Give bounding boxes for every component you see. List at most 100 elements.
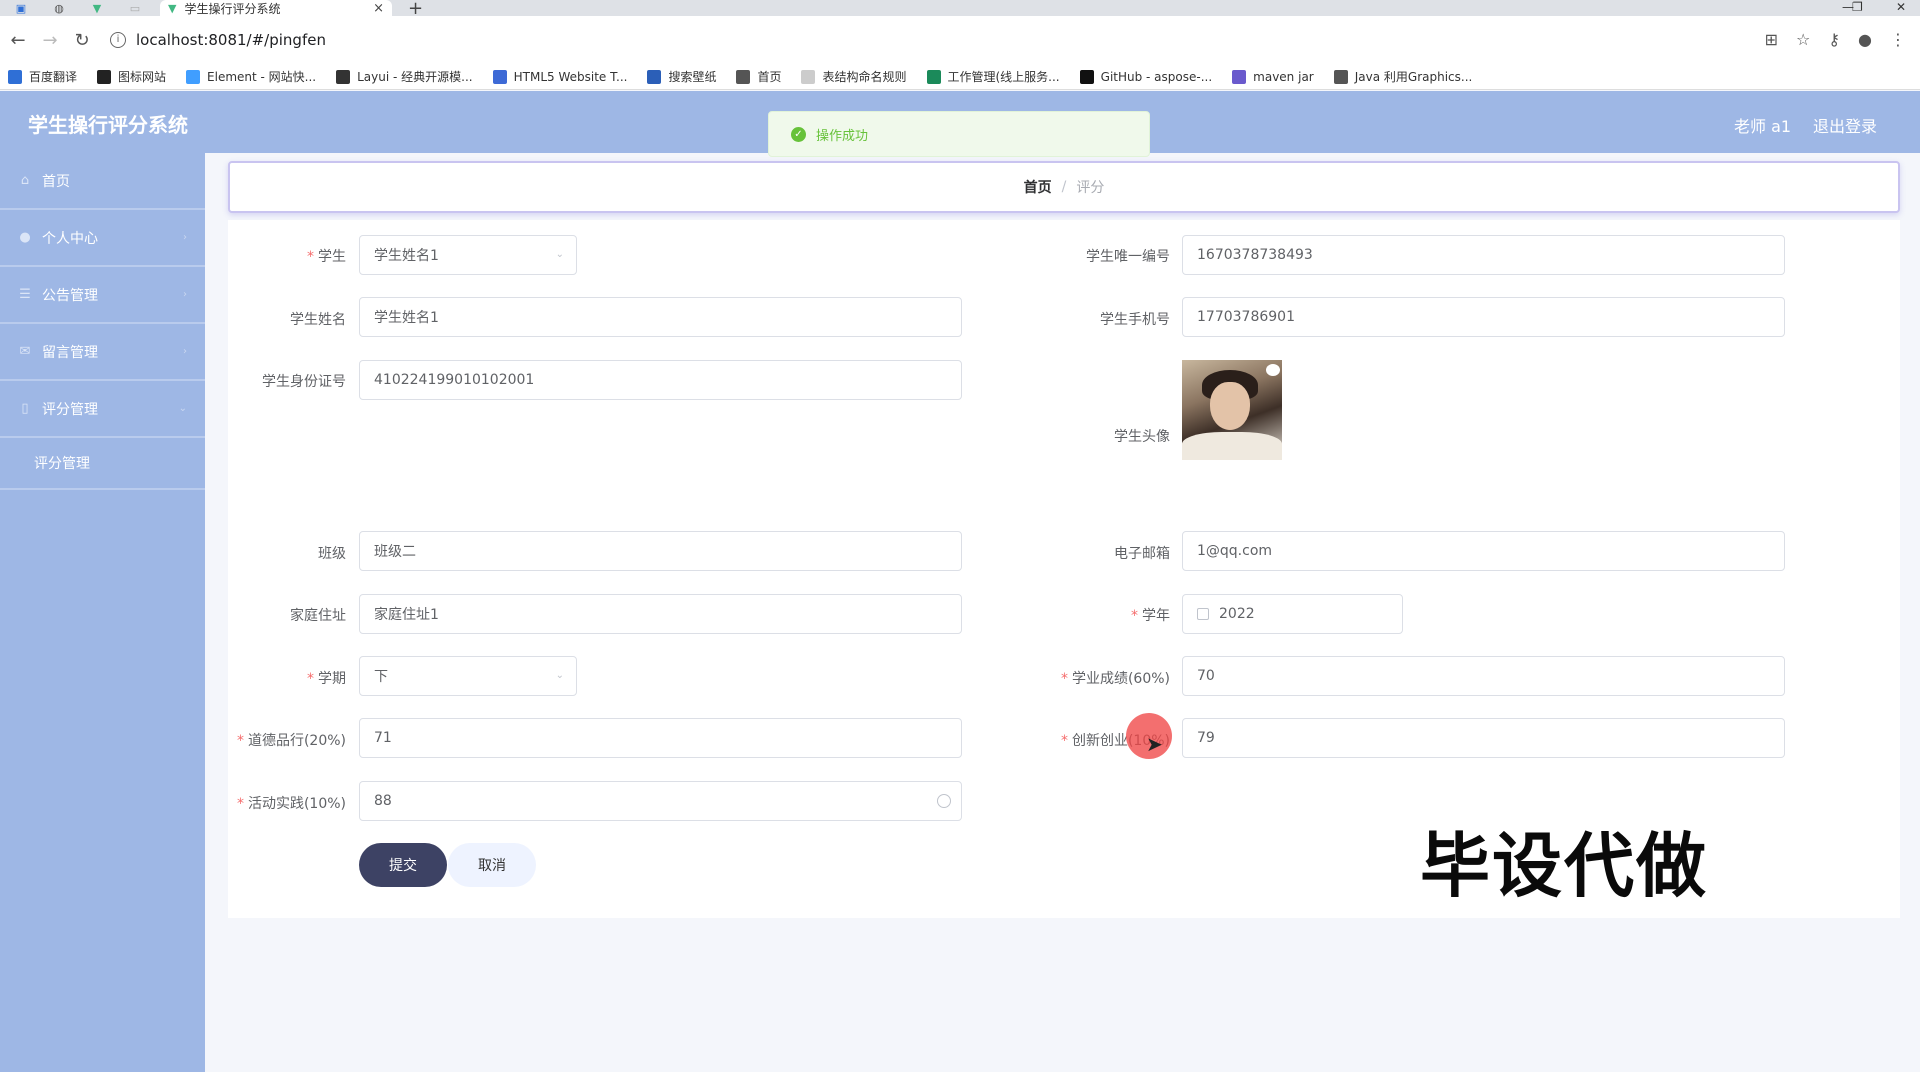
close-tab-icon[interactable]: × (373, 1, 384, 16)
student-idcard-field[interactable]: 410224199010102001 (359, 360, 962, 400)
bookmark-icon (647, 69, 662, 84)
student-select[interactable]: 学生姓名1 ⌄ (359, 235, 577, 275)
academic-field[interactable]: 70 (1182, 656, 1785, 696)
success-check-icon: ✓ (791, 126, 806, 142)
address-bar: ← → ↻ i localhost:8081/#/pingfen ⊞ ☆ ⚷ ●… (0, 16, 1920, 64)
url-field[interactable]: i localhost:8081/#/pingfen (110, 31, 326, 49)
address-actions: ⊞ ☆ ⚷ ● ⋮ (1765, 30, 1906, 49)
bookmark-icon (97, 69, 112, 84)
cancel-button[interactable]: 取消 (448, 843, 536, 887)
site-info-icon[interactable]: i (110, 32, 126, 48)
forward-icon[interactable]: → (34, 30, 66, 51)
student-phone-label: 学生手机号 (1100, 312, 1170, 328)
globe-icon: ◍ (54, 1, 64, 15)
vue-icon: ▼ (168, 1, 177, 15)
bookmark-label: 百度翻译 (29, 70, 78, 84)
sidebar-subitem-score[interactable]: 评分管理 (0, 438, 205, 490)
academic-label: * 学业成绩(60%) (1060, 671, 1170, 687)
sidebar-item-score[interactable]: ▯ 评分管理 ⌄ (0, 381, 205, 438)
app-title: 学生操行评分系统 (28, 113, 188, 137)
bookmark-label: maven jar (1253, 69, 1314, 84)
bookmark-item[interactable]: Element - 网站快... (186, 68, 316, 85)
close-window-icon[interactable]: ✕ (1896, 0, 1906, 14)
translate-icon: ▣ (15, 1, 27, 15)
chevron-down-icon: ⌄ (555, 670, 564, 681)
bookmark-item[interactable]: GitHub - aspose-... (1079, 69, 1213, 84)
address-field[interactable]: 家庭住址1 (359, 594, 962, 634)
tab-vue[interactable]: ▼ (82, 0, 112, 16)
tab-title: 学生操行评分系统 (184, 1, 281, 16)
back-icon[interactable]: ← (2, 30, 34, 51)
menu-icon[interactable]: ⋮ (1890, 30, 1906, 49)
morality-label: * 道德品行(20%) (236, 733, 346, 749)
tab-globe[interactable]: ◍ (44, 0, 74, 16)
bookmark-item[interactable]: 百度翻译 (8, 68, 77, 85)
bookmark-icon (1079, 69, 1094, 84)
year-label: * 学年 (1131, 608, 1170, 624)
logout-button[interactable]: 退出登录 (1813, 113, 1877, 137)
tab-active[interactable]: ▼ 学生操行评分系统 × (160, 0, 392, 16)
student-id-field[interactable]: 1670378738493 (1182, 235, 1785, 275)
bookmark-item[interactable]: 首页 (736, 68, 781, 85)
class-field[interactable]: 班级二 (359, 531, 962, 571)
bookmark-item[interactable]: HTML5 Website T... (492, 69, 628, 84)
bookmark-label: Java 利用Graphics... (1354, 70, 1473, 84)
bookmark-item[interactable]: Java 利用Graphics... (1333, 68, 1473, 85)
class-label: 班级 (318, 546, 346, 562)
message-icon: ✉ (19, 344, 31, 359)
student-idcard-label: 学生身份证号 (262, 374, 346, 390)
sidebar-item-notice[interactable]: ☰ 公告管理 › (0, 267, 205, 324)
toast-message: 操作成功 (816, 128, 869, 144)
bookmark-label: GitHub - aspose-... (1100, 69, 1213, 84)
bookmark-star-icon[interactable]: ☆ (1796, 30, 1810, 49)
clear-icon[interactable] (937, 794, 951, 808)
submit-button[interactable]: 提交 (359, 843, 447, 887)
bookmark-icon (801, 69, 816, 84)
sidebar-item-label: 评分管理 (42, 401, 98, 418)
restore-icon[interactable]: ❐ (1852, 0, 1863, 14)
sidebar-item-home[interactable]: ⌂ 首页 (0, 153, 205, 210)
student-avatar-image[interactable] (1182, 360, 1282, 460)
bookmark-item[interactable]: 图标网站 (97, 68, 166, 85)
browser-tab-bar: ▣ ◍ ▼ ▭ ▼ 学生操行评分系统 × + — ❐ ✕ (0, 0, 1920, 19)
sidebar-subitem-label: 评分管理 (34, 456, 90, 472)
translate-page-icon[interactable]: ⊞ (1765, 30, 1778, 49)
page-icon: ▭ (129, 1, 141, 15)
chevron-icon: ⌄ (178, 403, 187, 414)
student-phone-field[interactable]: 17703786901 (1182, 297, 1785, 337)
bookmark-item[interactable]: 表结构命名规则 (801, 68, 907, 85)
activity-field[interactable]: 88 (359, 781, 962, 821)
bookmark-item[interactable]: 工作管理(线上服务... (926, 68, 1060, 85)
term-select-value: 下 (374, 669, 388, 685)
sidebar-item-label: 个人中心 (42, 230, 98, 247)
success-toast: ✓ 操作成功 (768, 111, 1150, 157)
sidebar-item-profile[interactable]: ● 个人中心 › (0, 210, 205, 267)
morality-field[interactable]: 71 (359, 718, 962, 758)
bookmark-label: HTML5 Website T... (513, 69, 628, 84)
key-icon[interactable]: ⚷ (1828, 30, 1840, 49)
term-label: * 学期 (307, 671, 346, 687)
bookmark-label: 首页 (757, 70, 782, 84)
sidebar-item-message[interactable]: ✉ 留言管理 › (0, 324, 205, 381)
student-name-field[interactable]: 学生姓名1 (359, 297, 962, 337)
breadcrumb-home[interactable]: 首页 (1024, 177, 1052, 197)
bookmark-label: Element - 网站快... (207, 70, 317, 84)
bookmark-item[interactable]: Layui - 经典开源模... (336, 68, 473, 85)
year-picker[interactable]: 2022 (1182, 594, 1403, 634)
tab-baidu[interactable]: ▣ (6, 0, 36, 16)
innovation-field[interactable]: 79 (1182, 718, 1785, 758)
bookmark-icon (336, 69, 351, 84)
chevron-down-icon: ⌄ (555, 249, 564, 260)
score-icon: ▯ (21, 401, 29, 416)
watermark-text: 毕设代做 (1420, 825, 1708, 907)
reload-icon[interactable]: ↻ (66, 30, 98, 51)
email-field[interactable]: 1@qq.com (1182, 531, 1785, 571)
term-select[interactable]: 下 ⌄ (359, 656, 577, 696)
bookmark-item[interactable]: 搜索壁纸 (647, 68, 716, 85)
bookmark-label: Layui - 经典开源模... (357, 70, 473, 84)
bookmark-item[interactable]: maven jar (1232, 69, 1314, 84)
bookmark-label: 表结构命名规则 (822, 70, 907, 84)
bookmark-icon (1333, 69, 1348, 84)
tab-blank[interactable]: ▭ (120, 0, 150, 16)
profile-icon[interactable]: ● (1858, 30, 1872, 49)
